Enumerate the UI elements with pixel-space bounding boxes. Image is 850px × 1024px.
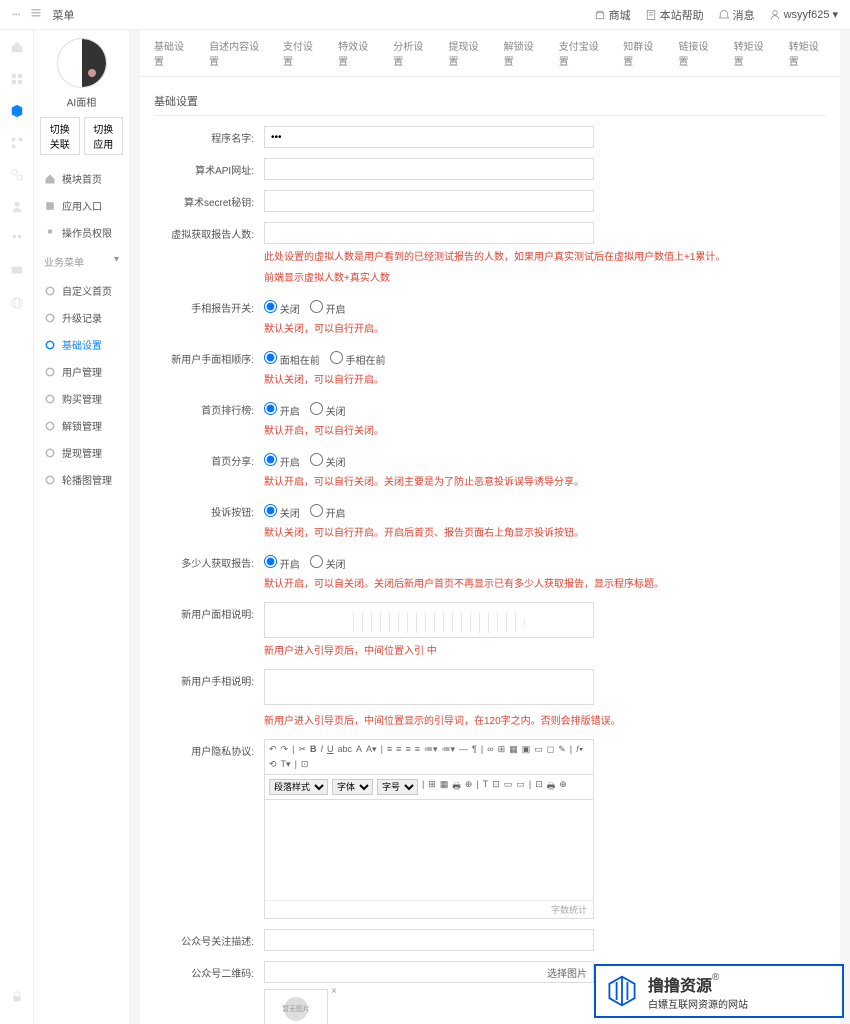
sidebar-item-carousel[interactable]: 轮播图管理 [40, 466, 123, 493]
user-menu[interactable]: wsyyf625 ▾ [769, 8, 838, 21]
count-off[interactable]: 关闭 [310, 555, 346, 571]
tab-basic[interactable]: 基础设置 [154, 38, 191, 68]
settings-tabs: 基础设置 自述内容设置 支付设置 特效设置 分析设置 提现设置 解锁设置 支付宝… [140, 30, 840, 77]
apps-icon[interactable] [10, 72, 24, 86]
share-on[interactable]: 开启 [264, 453, 300, 469]
tab-matrix2[interactable]: 转矩设置 [789, 38, 826, 68]
tab-unlock[interactable]: 解锁设置 [504, 38, 541, 68]
avatar [57, 38, 107, 88]
users-icon[interactable] [10, 232, 24, 246]
sidebar-item-unlock[interactable]: 解锁管理 [40, 412, 123, 439]
sidebar-item-user-mgmt[interactable]: 用户管理 [40, 358, 123, 385]
biz-section-label: 业务菜单▾ [40, 246, 123, 277]
sidebar-item-basic-settings[interactable]: 基础设置 [40, 331, 123, 358]
sidebar-item-upgrade-log[interactable]: 升级记录 [40, 304, 123, 331]
sidebar-item-app-entry[interactable]: 应用入口 [40, 192, 123, 219]
editor-size-select[interactable]: 字号 [377, 779, 418, 795]
menu-label[interactable]: 菜单 [52, 7, 74, 23]
display-icon[interactable] [10, 264, 24, 278]
tab-withdraw[interactable]: 提现设置 [448, 38, 485, 68]
link-icon[interactable] [10, 168, 24, 182]
share-off[interactable]: 关闭 [310, 453, 346, 469]
home-icon[interactable] [10, 40, 24, 54]
rank-off[interactable]: 关闭 [310, 402, 346, 418]
sidebar-item-operator[interactable]: 操作员权限 [40, 219, 123, 246]
switch-assoc-button[interactable]: 切换关联 [40, 117, 80, 155]
editor-style-select[interactable]: 段落样式 [269, 779, 328, 795]
tab-alipay[interactable]: 支付宝设置 [559, 38, 605, 68]
user-icon[interactable] [10, 200, 24, 214]
watermark-logo-icon [604, 973, 640, 1009]
mall-link[interactable]: 商城 [594, 7, 631, 23]
tab-link[interactable]: 链接设置 [678, 38, 715, 68]
editor-font-select[interactable]: 字体 [332, 779, 373, 795]
tab-analysis[interactable]: 分析设置 [393, 38, 430, 68]
sidebar-item-module-home[interactable]: 模块首页 [40, 165, 123, 192]
complaint-off[interactable]: 关闭 [264, 504, 300, 520]
sidebar-item-custom-home[interactable]: 自定义首页 [40, 277, 123, 304]
hand-desc-textarea[interactable] [264, 669, 594, 705]
msg-link[interactable]: 消息 [718, 7, 755, 23]
panel-title: 基础设置 [154, 87, 826, 116]
order-face-first[interactable]: 面相在前 [264, 351, 320, 367]
tab-selfdesc[interactable]: 自述内容设置 [209, 38, 265, 68]
globe-icon[interactable] [10, 296, 24, 310]
cube-icon[interactable] [10, 104, 24, 118]
lock-icon[interactable] [10, 990, 24, 1004]
hand-report-on[interactable]: 开启 [310, 300, 346, 316]
count-on[interactable]: 开启 [264, 555, 300, 571]
tab-matrix1[interactable]: 转矩设置 [734, 38, 771, 68]
face-desc-textarea[interactable] [264, 602, 594, 638]
virtual-count-input[interactable] [264, 222, 594, 244]
qr1-preview[interactable] [264, 989, 328, 1024]
menu-icon[interactable] [30, 7, 42, 22]
tab-pay[interactable]: 支付设置 [283, 38, 320, 68]
program-name-input[interactable] [264, 126, 594, 148]
tab-effect[interactable]: 特效设置 [338, 38, 375, 68]
order-hand-first[interactable]: 手相在前 [330, 351, 386, 367]
help-link[interactable]: 本站帮助 [645, 7, 704, 23]
sidebar-item-purchase[interactable]: 购买管理 [40, 385, 123, 412]
follow-desc-input[interactable] [264, 929, 594, 951]
sidebar-item-withdraw[interactable]: 提现管理 [40, 439, 123, 466]
switch-app-button[interactable]: 切换应用 [84, 117, 124, 155]
sidebar: AI面相 切换关联 切换应用 模块首页 应用入口 操作员权限 业务菜单▾ 自定义… [34, 30, 130, 1024]
complaint-on[interactable]: 开启 [310, 504, 346, 520]
watermark: 撸撸资源® 白嫖互联网资源的网站 [594, 964, 844, 1018]
nav-rail [0, 30, 34, 1024]
rank-on[interactable]: 开启 [264, 402, 300, 418]
qr-icon[interactable] [10, 136, 24, 150]
editor-toolbar[interactable]: ↶↷|✂BIUabcAA▾|≡≡≡≡≔▾≔▾—¶|∞⊞▦▣▭◻✎|𝑓▾⟲T▾|⊡ [265, 740, 593, 775]
tab-group[interactable]: 知群设置 [623, 38, 660, 68]
select-image-button-1[interactable]: 选择图片 [547, 965, 587, 980]
hand-report-off[interactable]: 关闭 [264, 300, 300, 316]
secret-input[interactable] [264, 190, 594, 212]
privacy-editor[interactable]: ↶↷|✂BIUabcAA▾|≡≡≡≡≔▾≔▾—¶|∞⊞▦▣▭◻✎|𝑓▾⟲T▾|⊡… [264, 739, 594, 919]
app-title: AI面相 [40, 94, 123, 109]
api-url-input[interactable] [264, 158, 594, 180]
